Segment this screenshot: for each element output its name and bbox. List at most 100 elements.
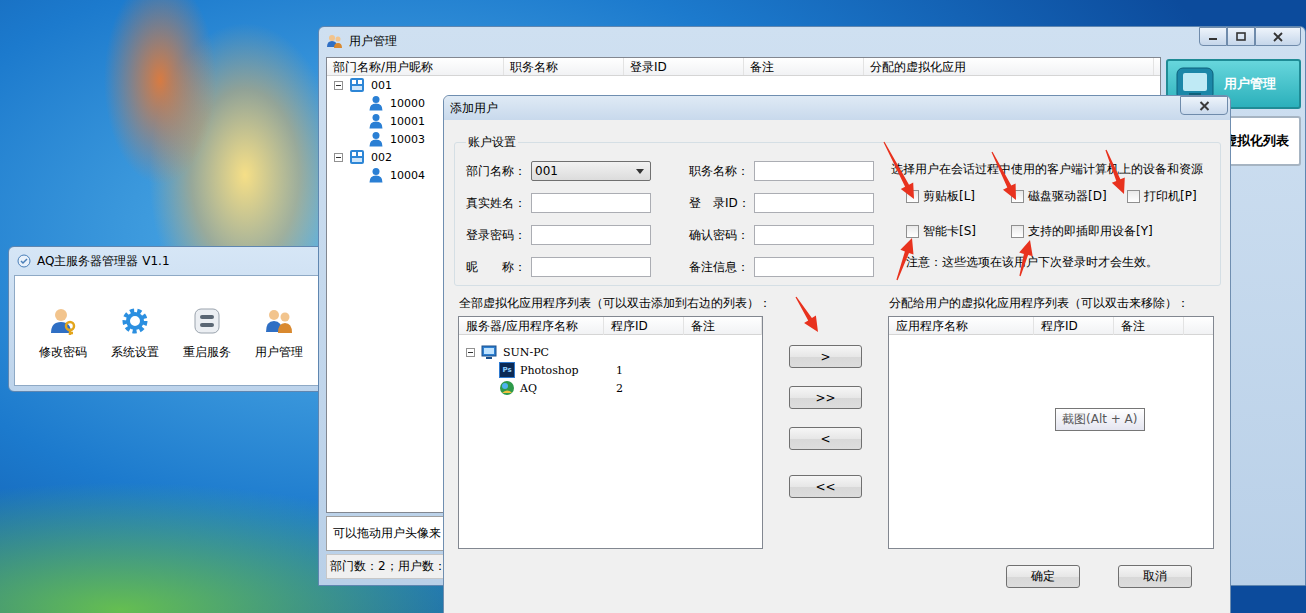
- tool-button[interactable]: 用户管理: [243, 306, 315, 385]
- column-header[interactable]: 备注: [744, 58, 864, 75]
- server-row[interactable]: SUN-PC: [459, 343, 762, 361]
- list-header: 应用程序名称程序ID备注: [889, 317, 1213, 335]
- expand-toggle-icon[interactable]: [466, 348, 475, 357]
- move-button[interactable]: <: [789, 427, 862, 450]
- minimize-icon: [1208, 32, 1218, 42]
- red-arrow-icon: [1019, 240, 1032, 276]
- expand-toggle-icon[interactable]: [334, 81, 343, 90]
- text-field[interactable]: [754, 161, 874, 181]
- assigned-apps-list[interactable]: 应用程序名称程序ID备注 截图(Alt + A): [888, 316, 1214, 549]
- app-icon: [17, 254, 31, 268]
- tool-button[interactable]: 重启服务: [171, 306, 243, 385]
- window-title: AQ主服务器管理器 V1.1: [37, 253, 170, 270]
- department-row[interactable]: 001: [327, 76, 1160, 94]
- column-header[interactable]: 程序ID: [1034, 317, 1114, 335]
- checkbox-box[interactable]: [1011, 225, 1024, 238]
- list-header: 服务器/应用程序名称程序ID备注: [459, 317, 762, 335]
- move-button[interactable]: >>: [789, 386, 862, 409]
- device-heading: 选择用户在会话过程中使用的客户端计算机上的设备和资源: [891, 161, 1203, 177]
- move-button[interactable]: >: [789, 345, 862, 368]
- column-header[interactable]: 服务器/应用程序名称: [459, 317, 604, 335]
- checkbox-box[interactable]: [906, 225, 919, 238]
- window-title: 用户管理: [349, 33, 397, 50]
- add-user-dialog: 添加用户 账户设置 部门名称： 001 职务名称： 真实姓名： 登 录ID： 登…: [443, 95, 1231, 613]
- close-icon: [1199, 101, 1210, 111]
- column-header[interactable]: 登录ID: [624, 58, 744, 75]
- desktop: AQ主服务器管理器 V1.1 修改密码 系统设置 重启服务 用户管理 用户管理 …: [0, 0, 1306, 613]
- column-header[interactable]: 分配的虚拟化应用: [864, 58, 1154, 75]
- checkbox-box[interactable]: [906, 190, 919, 203]
- department-icon: [349, 149, 365, 165]
- device-checkbox[interactable]: 智能卡[S]: [906, 223, 1011, 240]
- expand-toggle-icon[interactable]: [334, 153, 343, 162]
- checkbox-box[interactable]: [1127, 190, 1140, 203]
- title-bar[interactable]: AQ主服务器管理器 V1.1: [14, 247, 332, 275]
- computer-icon: [481, 345, 497, 360]
- device-options: 选择用户在会话过程中使用的客户端计算机上的设备和资源 剪贴板[L] 磁盘驱动器[…: [891, 161, 1203, 277]
- tool-button[interactable]: 系统设置: [99, 306, 171, 385]
- group-title: 账户设置: [466, 134, 518, 151]
- toggle-icon: [192, 306, 222, 336]
- user-icon: [368, 167, 384, 183]
- account-fields: 部门名称： 001 职务名称： 真实姓名： 登 录ID： 登录密码： 确认密码：…: [466, 161, 874, 277]
- column-header[interactable]: 备注: [684, 317, 762, 335]
- field-label: 部门名称：: [466, 163, 531, 180]
- device-checkbox[interactable]: 支持的即插即用设备[Y]: [1011, 223, 1127, 240]
- red-arrow-icon: [896, 238, 913, 280]
- device-checkbox[interactable]: 磁盘驱动器[D]: [1011, 188, 1127, 205]
- dialog-button[interactable]: 取消: [1118, 565, 1192, 588]
- department-select[interactable]: 001: [531, 161, 651, 181]
- device-checkbox[interactable]: 剪贴板[L]: [906, 188, 1011, 205]
- gear-icon: [120, 306, 150, 336]
- close-icon: [1273, 32, 1283, 42]
- column-header[interactable]: 程序ID: [604, 317, 684, 335]
- text-field[interactable]: [531, 193, 651, 213]
- title-bar[interactable]: 添加用户: [444, 96, 1230, 120]
- available-apps-label: 全部虚拟化应用程序列表（可以双击添加到右边的列表）：: [458, 296, 763, 316]
- field-label: 登 录ID：: [651, 195, 754, 212]
- title-bar[interactable]: 用户管理: [319, 27, 1305, 55]
- move-button[interactable]: <<: [789, 475, 862, 498]
- red-arrow-icon: [1105, 150, 1124, 194]
- column-header[interactable]: 部门名称/用户昵称: [327, 58, 504, 75]
- dialog-title: 添加用户: [450, 100, 498, 117]
- users-icon: [327, 34, 343, 48]
- checkbox-box[interactable]: [1011, 190, 1024, 203]
- column-header[interactable]: 备注: [1114, 317, 1184, 335]
- text-field[interactable]: [531, 257, 651, 277]
- dialog-button[interactable]: 确定: [1006, 565, 1080, 588]
- close-button[interactable]: [1180, 96, 1228, 115]
- minimize-button[interactable]: [1199, 27, 1227, 46]
- user-icon: [368, 113, 384, 129]
- dropdown-arrow-icon: [636, 169, 644, 174]
- app-row[interactable]: Ps Photoshop 1: [459, 361, 762, 379]
- field-label: 职务名称：: [651, 163, 754, 180]
- device-checkbox[interactable]: 打印机[P]: [1127, 188, 1203, 205]
- field-label: 真实姓名：: [466, 195, 531, 212]
- app-row[interactable]: AQ 2: [459, 379, 762, 397]
- red-arrow-icon: [796, 297, 819, 332]
- photoshop-icon: Ps: [499, 362, 515, 378]
- text-field[interactable]: [754, 193, 874, 213]
- column-header[interactable]: 职务名称: [504, 58, 624, 75]
- maximize-button[interactable]: [1227, 27, 1255, 46]
- field-label: 确认密码：: [651, 227, 754, 244]
- dialog-buttons: 确定 取消: [454, 565, 1220, 588]
- tool-panel: 修改密码 系统设置 重启服务 用户管理: [14, 275, 332, 386]
- annotation-layer: [0, 0, 1306, 613]
- text-field[interactable]: [754, 257, 874, 277]
- account-group: 账户设置 部门名称： 001 职务名称： 真实姓名： 登 录ID： 登录密码： …: [454, 134, 1221, 286]
- text-field[interactable]: [531, 225, 651, 245]
- red-arrow-icon: [884, 142, 915, 199]
- department-icon: [349, 77, 365, 93]
- table-header: 部门名称/用户昵称职务名称登录ID备注分配的虚拟化应用: [327, 58, 1160, 76]
- user-icon: [368, 131, 384, 147]
- user-key-icon: [48, 306, 78, 336]
- move-buttons: >>><<<: [763, 296, 888, 549]
- tool-button[interactable]: 修改密码: [27, 306, 99, 385]
- available-apps-list[interactable]: 服务器/应用程序名称程序ID备注 SUN-PC Ps Photoshop 1 A…: [458, 316, 763, 549]
- text-field[interactable]: [754, 225, 874, 245]
- maximize-icon: [1236, 32, 1246, 42]
- close-button[interactable]: [1255, 27, 1301, 46]
- column-header[interactable]: 应用程序名称: [889, 317, 1034, 335]
